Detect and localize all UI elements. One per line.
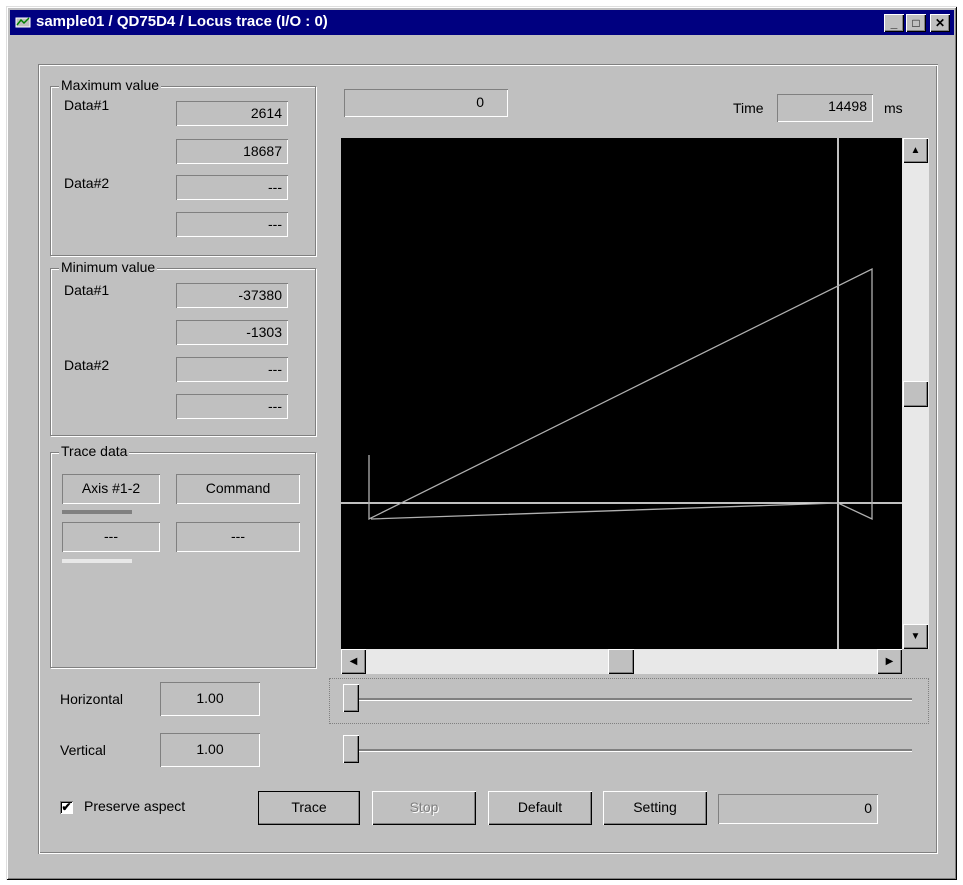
close-button[interactable]: ✕ [930, 14, 950, 32]
checkmark-icon: ✔ [61, 800, 72, 814]
horizontal-slider-thumb[interactable] [343, 684, 359, 712]
trace-row2-color-swatch [62, 559, 132, 563]
setting-button[interactable]: Setting [603, 791, 707, 825]
trace-row1-axis[interactable]: Axis #1-2 [62, 474, 160, 504]
preserve-aspect-checkbox[interactable]: ✔ [60, 801, 73, 814]
scroll-right-button[interactable]: ▶ [877, 649, 902, 674]
app-icon [15, 17, 31, 28]
horizontal-slider-focus [329, 678, 929, 724]
horizontal-scale-field[interactable]: 1.00 [160, 682, 260, 716]
max-data2-value-1: --- [176, 175, 288, 200]
max-data2-value-2: --- [176, 212, 288, 237]
time-label: Time [733, 100, 764, 116]
scroll-down-button[interactable]: ▼ [903, 624, 928, 649]
vertical-slider-track[interactable] [344, 749, 912, 752]
trace-row1-color-swatch [62, 510, 132, 514]
close-icon: ✕ [934, 16, 946, 30]
horizontal-scale-label: Horizontal [60, 691, 124, 707]
scroll-down-icon: ▼ [910, 631, 921, 642]
horizontal-slider-track[interactable] [344, 698, 912, 701]
min-data1-label: Data#1 [64, 282, 110, 298]
default-button[interactable]: Default [488, 791, 592, 825]
trace-button[interactable]: Trace [258, 791, 360, 825]
vertical-scroll-thumb[interactable] [903, 381, 928, 407]
max-data1-value-1: 2614 [176, 101, 288, 126]
scroll-left-icon: ◀ [349, 656, 358, 667]
trace-data-label: Trace data [59, 443, 130, 459]
min-data2-value-1: --- [176, 357, 288, 382]
horizontal-scroll-thumb[interactable] [608, 649, 634, 674]
minimum-value-label: Minimum value [59, 259, 158, 275]
maximum-value-label: Maximum value [59, 77, 162, 93]
horizontal-scrollbar[interactable]: ◀ ▶ [341, 649, 902, 674]
scroll-up-icon: ▲ [910, 145, 921, 156]
maximize-icon: □ [912, 16, 920, 30]
minimize-icon: _ [890, 16, 898, 30]
time-field: 14498 [777, 94, 873, 122]
position-field: 0 [344, 89, 508, 117]
min-data1-value-2: -1303 [176, 320, 288, 345]
min-data1-value-1: -37380 [176, 283, 288, 308]
minimize-button[interactable]: _ [884, 14, 904, 32]
vertical-scrollbar[interactable]: ▲ ▼ [902, 138, 929, 649]
preserve-aspect-label[interactable]: Preserve aspect [84, 798, 185, 814]
vertical-scale-label: Vertical [60, 742, 106, 758]
time-unit-label: ms [884, 100, 903, 116]
trace-line [368, 267, 873, 521]
window-title: sample01 / QD75D4 / Locus trace (I/O : 0… [36, 13, 328, 30]
trace-row2-axis[interactable]: --- [62, 522, 160, 552]
trace-row1-type[interactable]: Command [176, 474, 300, 504]
scroll-left-button[interactable]: ◀ [341, 649, 366, 674]
title-bar[interactable]: sample01 / QD75D4 / Locus trace (I/O : 0… [10, 10, 954, 35]
counter-field: 0 [718, 794, 878, 824]
min-data2-label: Data#2 [64, 357, 110, 373]
max-data1-label: Data#1 [64, 97, 110, 113]
min-data2-value-2: --- [176, 394, 288, 419]
vertical-scale-field[interactable]: 1.00 [160, 733, 260, 767]
scroll-right-icon: ▶ [885, 656, 894, 667]
trace-row2-type[interactable]: --- [176, 522, 300, 552]
maximize-button[interactable]: □ [906, 14, 926, 32]
locus-trace-plot[interactable] [341, 138, 902, 649]
stop-button[interactable]: Stop [372, 791, 476, 825]
max-data1-value-2: 18687 [176, 139, 288, 164]
scroll-up-button[interactable]: ▲ [903, 138, 928, 163]
max-data2-label: Data#2 [64, 175, 110, 191]
vertical-slider-thumb[interactable] [343, 735, 359, 763]
